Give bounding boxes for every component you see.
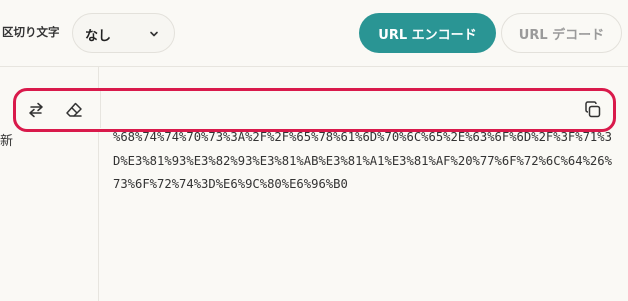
delimiter-label: 区切り文字: [2, 25, 60, 39]
eraser-icon[interactable]: [64, 100, 84, 120]
delimiter-select[interactable]: なし: [72, 13, 175, 53]
swap-icon[interactable]: [26, 100, 46, 120]
url-decode-button[interactable]: URL デコード: [501, 13, 622, 53]
input-text: 新: [0, 134, 14, 149]
output-text[interactable]: %68%74%74%70%73%3A%2F%2F%65%78%61%6D%70%…: [113, 126, 613, 197]
copy-icon[interactable]: [583, 100, 603, 120]
delimiter-select-value: なし: [85, 29, 112, 44]
action-bar-divider: [100, 91, 101, 128]
toolbar: 区切り文字 なし URL エンコード URL デコード: [0, 0, 628, 66]
url-encode-button[interactable]: URL エンコード: [359, 13, 496, 53]
chevron-down-icon: [150, 31, 158, 37]
